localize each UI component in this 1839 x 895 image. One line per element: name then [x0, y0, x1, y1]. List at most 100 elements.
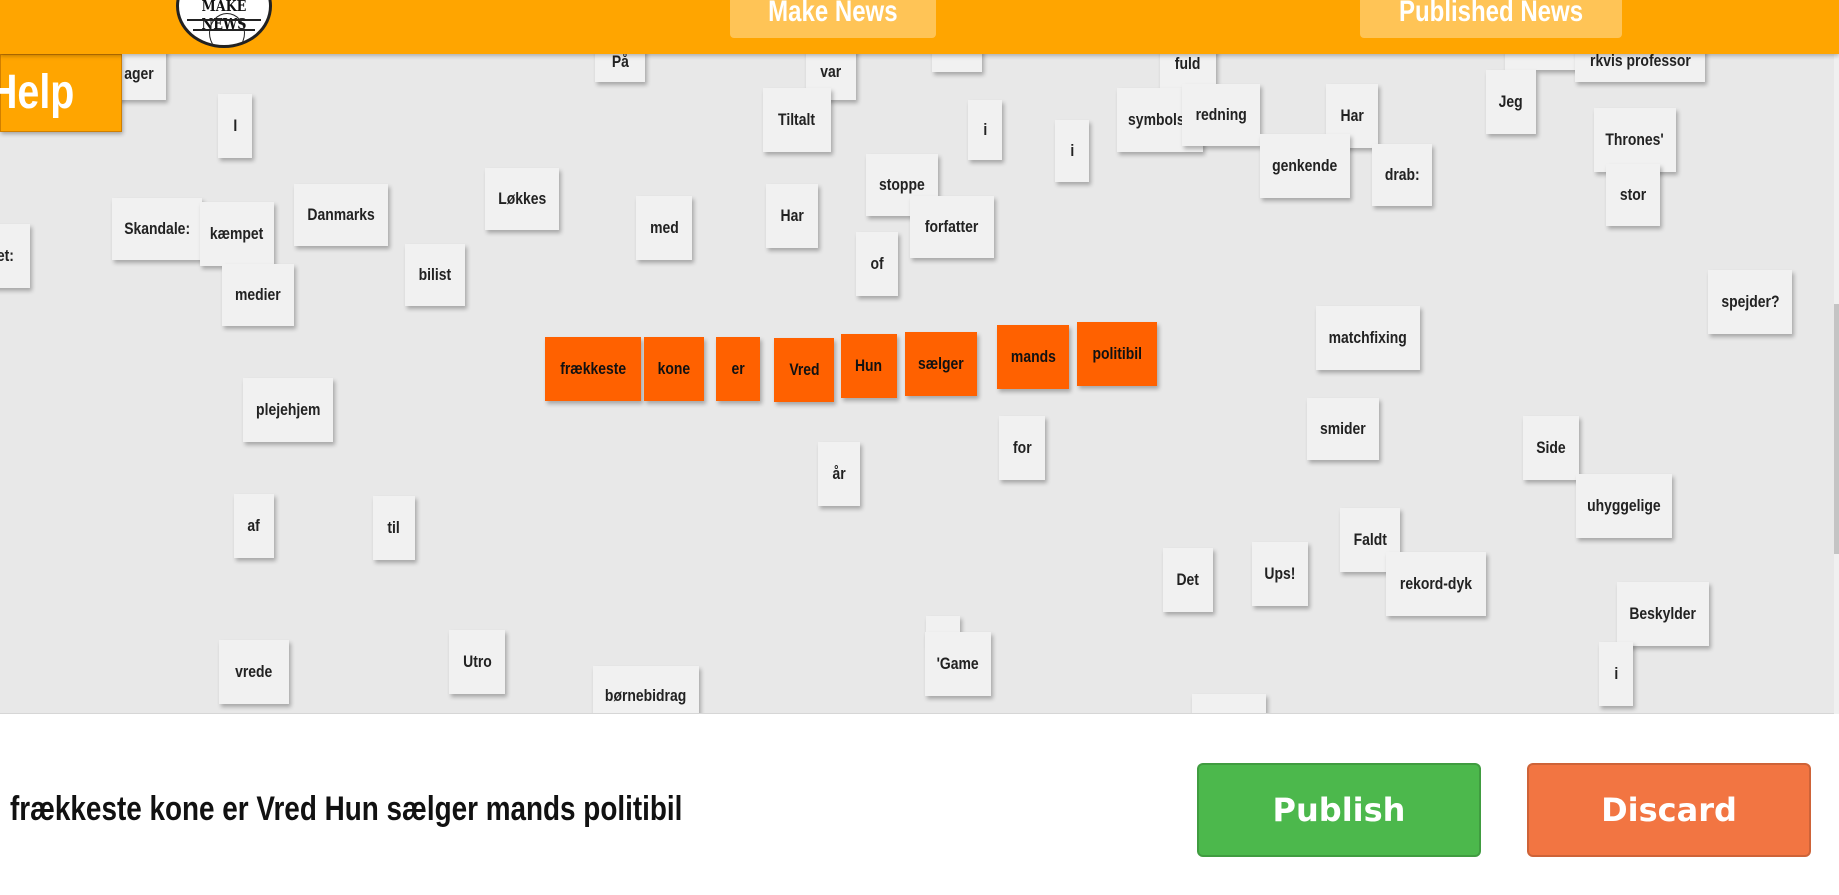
discard-button[interactable]: Discard	[1527, 763, 1811, 857]
word-tile[interactable]: med	[636, 196, 692, 260]
word-tile-label: matchfixing	[1328, 328, 1408, 347]
word-tile[interactable]: spejder?	[1708, 270, 1792, 334]
word-tile-label: Vred	[788, 360, 820, 379]
word-tile-label: Har	[1340, 106, 1364, 125]
word-tile[interactable]: smider	[1307, 398, 1379, 460]
word-tile[interactable]: af	[234, 494, 274, 558]
word-tile[interactable]: i	[968, 100, 1002, 160]
word-tile-label: På	[611, 54, 629, 71]
nav-published-news-label: Published News	[1398, 0, 1584, 28]
word-tile[interactable]: stor	[1606, 164, 1660, 226]
board-scrollbar-thumb[interactable]	[1834, 304, 1839, 554]
word-tile[interactable]: drab:	[1372, 144, 1432, 206]
word-tile-label: Thrones'	[1605, 130, 1665, 149]
word-tile[interactable]: Side	[1523, 416, 1579, 480]
word-tile-partial[interactable]	[1192, 694, 1266, 713]
word-tile[interactable]: til	[373, 496, 415, 560]
word-tile[interactable]: rkvis professor	[1575, 54, 1705, 82]
word-tile-label: Faldt	[1353, 530, 1387, 549]
word-tile[interactable]: Tiltalt	[763, 88, 831, 152]
word-tile-label: er	[731, 359, 745, 378]
word-tile-label: Tiltalt	[778, 110, 816, 129]
publish-button[interactable]: Publish	[1197, 763, 1481, 857]
word-tile-label: i	[983, 120, 987, 139]
word-tile[interactable]: Skandale:	[112, 198, 202, 260]
word-tile[interactable]: of	[856, 232, 898, 296]
word-tile[interactable]: i	[1055, 120, 1089, 182]
word-tile-label: til	[387, 518, 401, 537]
word-tile-partial[interactable]	[932, 54, 982, 72]
word-tile-partial[interactable]	[1505, 54, 1585, 70]
word-tile[interactable]: genkende	[1260, 134, 1350, 198]
word-tile[interactable]: redning	[1182, 84, 1260, 146]
word-tile-label: af	[247, 516, 261, 535]
word-tile-label: of	[870, 254, 884, 273]
selected-word-tile[interactable]: frækkeste	[545, 337, 641, 401]
selected-word-tile[interactable]: politibil	[1077, 322, 1157, 386]
selected-word-tile[interactable]: Vred	[774, 338, 834, 402]
word-tile[interactable]: fuld	[1160, 54, 1216, 88]
word-tile[interactable]: På	[595, 54, 645, 82]
word-tile[interactable]: I	[218, 94, 252, 158]
nav-published-news[interactable]: Published News	[1360, 0, 1622, 38]
word-tile-label: I	[233, 116, 237, 135]
app: MAKE NEWS Make News Published News Help …	[0, 0, 1839, 895]
word-tile-label: Side	[1536, 438, 1566, 457]
word-tile-label: mands	[1010, 347, 1056, 366]
make-news-logo[interactable]: MAKE NEWS	[176, 0, 272, 48]
word-tile[interactable]: Utro	[449, 630, 505, 694]
selected-word-tile[interactable]: mands	[997, 325, 1069, 389]
nav-make-news-label: Make News	[768, 0, 898, 28]
word-tile-label: børnebidrag	[605, 686, 687, 705]
word-tile-label: år	[832, 464, 846, 483]
word-tile-label: Beskylder	[1629, 604, 1697, 623]
word-tile[interactable]: for	[999, 416, 1045, 480]
word-tile[interactable]: et:	[0, 224, 30, 288]
selected-word-tile[interactable]: sælger	[905, 332, 977, 396]
selected-word-tile[interactable]: Hun	[841, 334, 897, 398]
word-tile[interactable]: plejehjem	[243, 378, 333, 442]
word-tile[interactable]: Løkkes	[485, 168, 559, 230]
word-tile[interactable]: Det	[1163, 548, 1213, 612]
word-tile[interactable]: Ups!	[1252, 542, 1308, 606]
nav-make-news[interactable]: Make News	[730, 0, 936, 38]
word-tile[interactable]: matchfixing	[1316, 306, 1420, 370]
word-tile[interactable]: uhyggelige	[1576, 474, 1672, 538]
headline-preview: frækkeste kone er Vred Hun sælger mands …	[10, 790, 683, 828]
word-tile-label: Løkkes	[497, 189, 547, 208]
word-tile[interactable]: Beskylder	[1617, 582, 1709, 646]
word-tile-label: kone	[657, 359, 691, 378]
word-tile-label: rkvis professor	[1589, 54, 1691, 70]
word-tile-label: smider	[1320, 419, 1366, 438]
word-tile[interactable]: forfatter	[910, 196, 994, 258]
word-tile-label: vrede	[235, 662, 273, 681]
word-tile-label: redning	[1195, 105, 1247, 124]
word-tile[interactable]: børnebidrag	[593, 666, 699, 713]
word-tile[interactable]: Jeg	[1486, 70, 1536, 134]
word-tile-label: ager	[124, 64, 154, 83]
word-tile[interactable]: Danmarks	[294, 184, 388, 246]
word-tile-label: politibil	[1092, 344, 1142, 363]
word-tile[interactable]: Thrones'	[1594, 108, 1676, 172]
word-tile-label: forfatter	[925, 217, 979, 236]
word-tile-label: Det	[1176, 570, 1200, 589]
word-tile[interactable]: 'Game	[925, 632, 991, 696]
word-tile[interactable]: år	[818, 442, 860, 506]
word-tile[interactable]: bilist	[405, 244, 465, 306]
word-tile[interactable]: Har	[766, 184, 818, 248]
word-tile[interactable]: i	[1599, 642, 1633, 706]
help-button[interactable]: Help	[0, 54, 122, 132]
selected-word-tile[interactable]: kone	[644, 337, 704, 401]
word-tile-label: fuld	[1175, 54, 1201, 73]
word-tile-label: i	[1070, 141, 1074, 160]
word-tile[interactable]: rekord-dyk	[1386, 552, 1486, 616]
word-tile[interactable]: medier	[222, 264, 294, 326]
board-scrollbar-track[interactable]	[1834, 54, 1839, 714]
word-tile-label: Skandale:	[124, 219, 190, 238]
top-bar: MAKE NEWS Make News Published News	[0, 0, 1839, 54]
selected-word-tile[interactable]: er	[716, 337, 760, 401]
word-tile[interactable]: vrede	[219, 640, 289, 704]
word-tile-label: Jeg	[1498, 92, 1524, 111]
word-tile[interactable]: kæmpet	[200, 202, 274, 266]
word-tile-label: med	[649, 218, 679, 237]
